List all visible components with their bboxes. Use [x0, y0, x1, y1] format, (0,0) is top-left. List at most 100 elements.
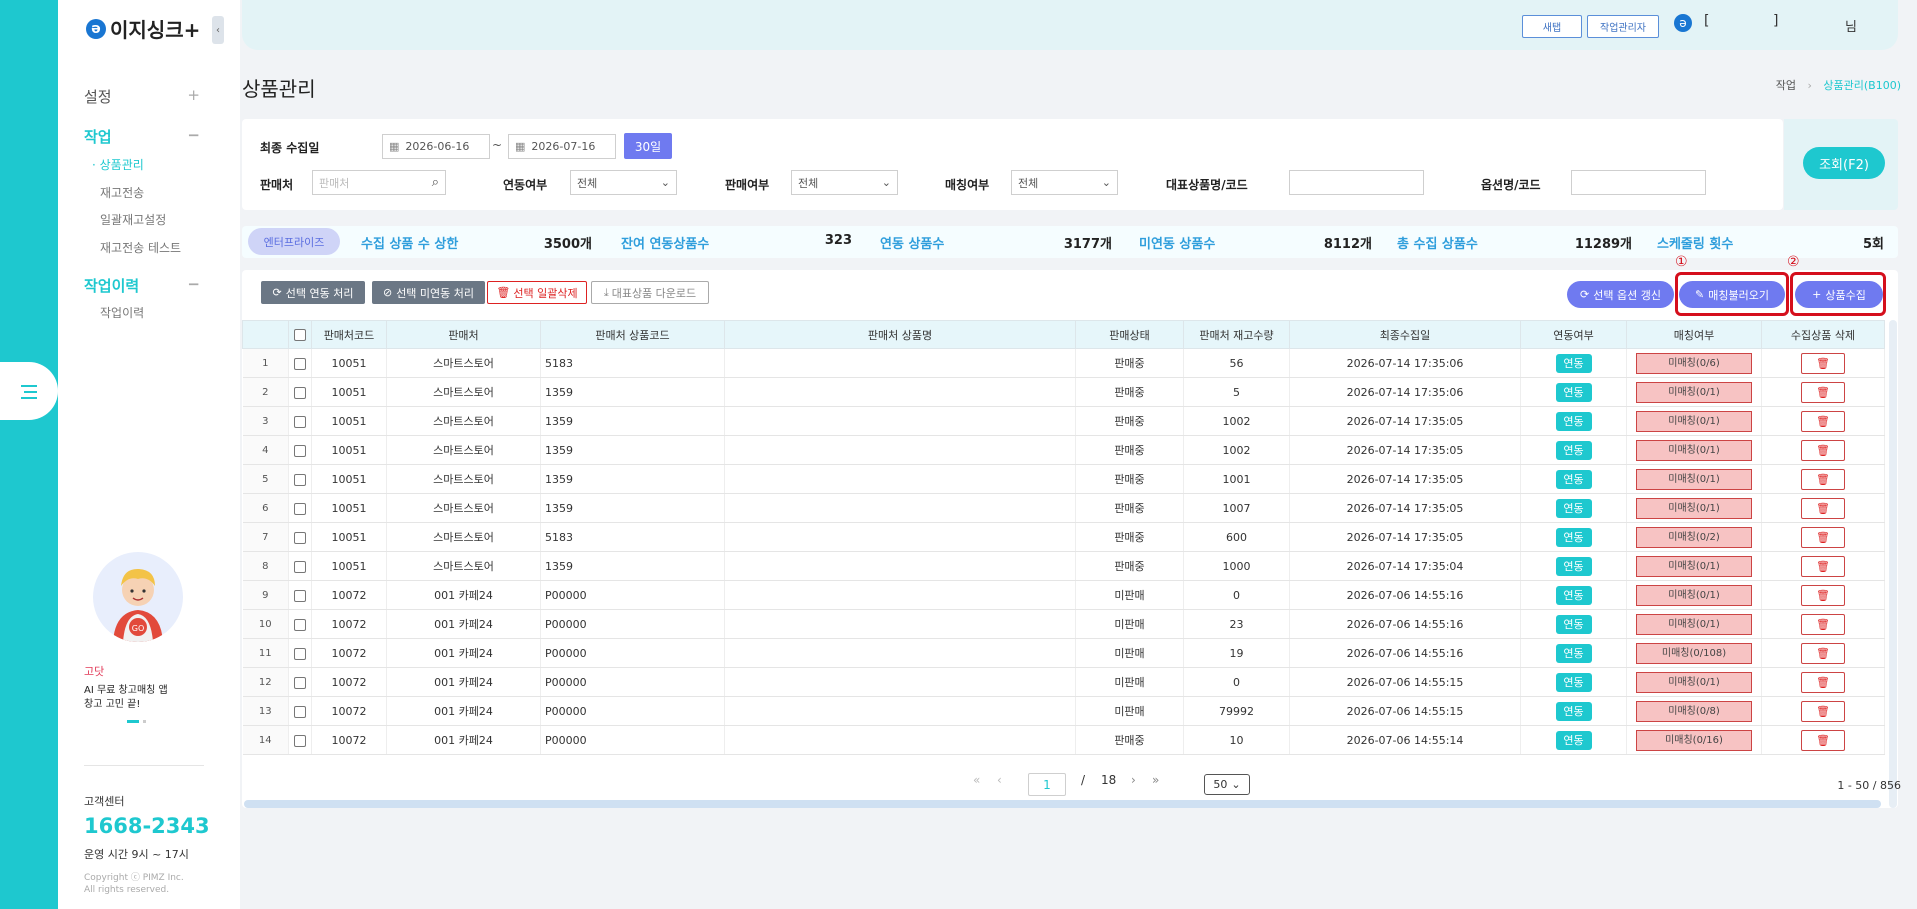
link-badge[interactable]: 연동 — [1555, 411, 1592, 431]
sidebar-group-work[interactable]: 작업 − — [84, 126, 200, 147]
table-row[interactable]: 12 10072 001 카페24 P00000 미판매 0 2026-07-06 14:5… — [242, 667, 1885, 697]
link-badge[interactable]: 연동 — [1555, 701, 1592, 721]
delete-row-button[interactable]: 🗑 — [1801, 584, 1845, 606]
link-badge[interactable]: 연동 — [1555, 469, 1592, 489]
prev-page-icon[interactable]: ‹ — [997, 773, 1002, 787]
sidebar-group-settings[interactable]: 설정 + — [84, 86, 200, 107]
row-checkbox[interactable] — [294, 444, 306, 457]
row-select-cell[interactable] — [288, 725, 312, 755]
row-select-cell[interactable] — [288, 696, 312, 726]
link-badge[interactable]: 연동 — [1555, 353, 1592, 373]
row-checkbox[interactable] — [294, 647, 306, 660]
header-match-status[interactable]: 매칭여부 — [1626, 320, 1762, 349]
delete-row-button[interactable]: 🗑 — [1801, 352, 1845, 374]
header-select-all[interactable] — [288, 320, 312, 349]
breadcrumb-item[interactable]: 작업 — [1776, 79, 1796, 92]
link-badge[interactable]: 연동 — [1555, 672, 1592, 692]
match-badge[interactable]: 미매칭(0/16) — [1636, 729, 1752, 751]
option-input[interactable] — [1571, 170, 1706, 195]
first-page-icon[interactable]: « — [973, 773, 980, 787]
row-checkbox[interactable] — [294, 618, 306, 631]
match-badge[interactable]: 미매칭(0/1) — [1636, 468, 1752, 490]
header-stock[interactable]: 판매처 재고수량 — [1183, 320, 1290, 349]
match-badge[interactable]: 미매칭(0/1) — [1636, 555, 1752, 577]
row-select-cell[interactable] — [288, 667, 312, 697]
match-badge[interactable]: 미매칭(0/1) — [1636, 671, 1752, 693]
rep-product-input[interactable] — [1289, 170, 1424, 195]
table-row[interactable]: 2 10051 스마트스토어 1359 판매중 5 2026-07-14 17:35:06 연… — [242, 377, 1885, 407]
row-select-cell[interactable] — [288, 522, 312, 552]
header-product-code[interactable]: 판매처 상품코드 — [540, 320, 725, 349]
search-button[interactable]: 조회(F2) — [1803, 147, 1885, 179]
table-row[interactable]: 7 10051 스마트스토어 5183 판매중 600 2026-07-14 17:35:0… — [242, 522, 1885, 552]
delete-row-button[interactable]: 🗑 — [1801, 613, 1845, 635]
select-all-checkbox[interactable] — [294, 329, 306, 341]
sale-status-select[interactable]: 전체 ⌄ — [791, 170, 898, 195]
row-checkbox[interactable] — [294, 531, 306, 544]
match-badge[interactable]: 미매칭(0/1) — [1636, 584, 1752, 606]
header-product-name[interactable]: 판매처 상품명 — [724, 320, 1076, 349]
header-link-status[interactable]: 연동여부 — [1520, 320, 1627, 349]
new-tab-button[interactable]: 새탭 — [1522, 15, 1582, 38]
search-icon[interactable]: ⌕ — [432, 175, 439, 190]
row-select-cell[interactable] — [288, 638, 312, 668]
row-select-cell[interactable] — [288, 377, 312, 407]
seller-search-input[interactable]: 판매처 ⌕ — [312, 170, 446, 195]
header-last-collected[interactable]: 최종수집일 — [1289, 320, 1521, 349]
promo-carousel-dots[interactable] — [127, 720, 146, 723]
link-badge[interactable]: 연동 — [1555, 643, 1592, 663]
match-badge[interactable]: 미매칭(0/1) — [1636, 613, 1752, 635]
option-refresh-button[interactable]: ⟳ 선택 옵션 갱신 — [1567, 281, 1674, 308]
sidebar-item-stock-test[interactable]: 재고전송 테스트 — [100, 239, 181, 256]
expand-plus-icon[interactable]: + — [187, 86, 200, 107]
delete-row-button[interactable]: 🗑 — [1801, 410, 1845, 432]
delete-row-button[interactable]: 🗑 — [1801, 381, 1845, 403]
table-row[interactable]: 6 10051 스마트스토어 1359 판매중 1007 2026-07-14 17:35:… — [242, 493, 1885, 523]
row-select-cell[interactable] — [288, 435, 312, 465]
match-badge[interactable]: 미매칭(0/1) — [1636, 497, 1752, 519]
table-row[interactable]: 11 10072 001 카페24 P00000 미판매 19 2026-07-06 14:… — [242, 638, 1885, 668]
header-delete[interactable]: 수집상품 삭제 — [1761, 320, 1885, 349]
delete-row-button[interactable]: 🗑 — [1801, 439, 1845, 461]
sidebar-item-job-history[interactable]: 작업이력 — [100, 304, 144, 321]
brand-logo[interactable]: ə 이지싱크+ — [86, 14, 200, 43]
row-select-cell[interactable] — [288, 406, 312, 436]
hamburger-menu-icon[interactable] — [12, 375, 46, 409]
match-badge[interactable]: 미매칭(0/1) — [1636, 381, 1752, 403]
table-row[interactable]: 8 10051 스마트스토어 1359 판매중 1000 2026-07-14 17:35:… — [242, 551, 1885, 581]
link-badge[interactable]: 연동 — [1555, 440, 1592, 460]
delete-row-button[interactable]: 🗑 — [1801, 497, 1845, 519]
match-badge[interactable]: 미매칭(0/8) — [1636, 700, 1752, 722]
last-page-icon[interactable]: » — [1152, 773, 1159, 787]
link-badge[interactable]: 연동 — [1555, 382, 1592, 402]
sidebar-item-stock-send[interactable]: 재고전송 — [100, 184, 144, 201]
download-button[interactable]: ⤓ 대표상품 다운로드 — [591, 281, 709, 304]
match-badge[interactable]: 미매칭(0/2) — [1636, 526, 1752, 548]
collapse-minus-icon[interactable]: − — [187, 126, 200, 147]
link-selected-button[interactable]: ⟳ 선택 연동 처리 — [261, 281, 365, 304]
row-checkbox[interactable] — [294, 386, 306, 399]
carousel-dot[interactable] — [143, 720, 146, 723]
match-badge[interactable]: 미매칭(0/108) — [1636, 642, 1752, 664]
table-row[interactable]: 5 10051 스마트스토어 1359 판매중 1001 2026-07-14 17:35:… — [242, 464, 1885, 494]
match-status-select[interactable]: 전체 ⌄ — [1011, 170, 1118, 195]
link-badge[interactable]: 연동 — [1555, 498, 1592, 518]
table-row[interactable]: 14 10072 001 카페24 P00000 판매중 10 2026-07-06 14:… — [242, 725, 1885, 755]
date-to-input[interactable]: ▦ 2026-07-16 — [508, 134, 616, 159]
link-badge[interactable]: 연동 — [1555, 585, 1592, 605]
table-row[interactable]: 4 10051 스마트스토어 1359 판매중 1002 2026-07-14 17:35:… — [242, 435, 1885, 465]
delete-row-button[interactable]: 🗑 — [1801, 642, 1845, 664]
match-badge[interactable]: 미매칭(0/1) — [1636, 410, 1752, 432]
30-days-button[interactable]: 30일 — [624, 133, 672, 159]
table-row[interactable]: 10 10072 001 카페24 P00000 미판매 23 2026-07-06 14:… — [242, 609, 1885, 639]
sidebar-item-bulk-stock[interactable]: 일괄재고설정 — [100, 211, 166, 228]
delete-row-button[interactable]: 🗑 — [1801, 671, 1845, 693]
delete-row-button[interactable]: 🗑 — [1801, 526, 1845, 548]
horizontal-scrollbar[interactable] — [244, 800, 1881, 808]
row-checkbox[interactable] — [294, 560, 306, 573]
job-manager-button[interactable]: 작업관리자 — [1587, 15, 1659, 38]
row-select-cell[interactable] — [288, 348, 312, 378]
match-badge[interactable]: 미매칭(0/6) — [1636, 352, 1752, 374]
carousel-dot-active[interactable] — [127, 720, 139, 723]
unlink-selected-button[interactable]: ⊘ 선택 미연동 처리 — [372, 281, 485, 304]
